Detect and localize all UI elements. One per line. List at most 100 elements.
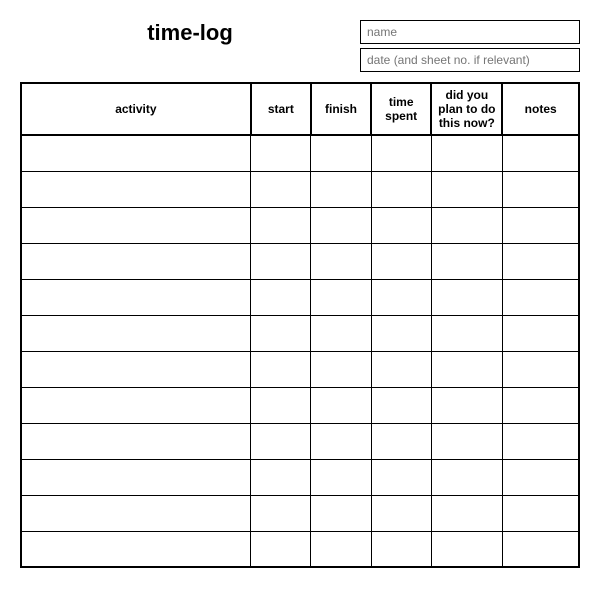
table-cell[interactable]: [502, 351, 579, 387]
header-finish: finish: [311, 83, 371, 135]
table-cell[interactable]: [502, 459, 579, 495]
table-cell[interactable]: [251, 171, 311, 207]
header-notes: notes: [502, 83, 579, 135]
table-cell[interactable]: [21, 459, 251, 495]
table-row: [21, 243, 579, 279]
table-cell[interactable]: [431, 459, 502, 495]
table-cell[interactable]: [21, 171, 251, 207]
table-cell[interactable]: [21, 243, 251, 279]
table-header-row: activity start finish time spent did you…: [21, 83, 579, 135]
table-cell[interactable]: [371, 459, 431, 495]
table-cell[interactable]: [502, 279, 579, 315]
header-time-spent: time spent: [371, 83, 431, 135]
table-cell[interactable]: [502, 423, 579, 459]
table-cell[interactable]: [311, 207, 371, 243]
table-cell[interactable]: [251, 207, 311, 243]
table-cell[interactable]: [21, 531, 251, 567]
table-cell[interactable]: [371, 279, 431, 315]
table-cell[interactable]: [502, 387, 579, 423]
date-input[interactable]: [360, 48, 580, 72]
table-cell[interactable]: [431, 495, 502, 531]
table-cell[interactable]: [502, 171, 579, 207]
table-row: [21, 351, 579, 387]
table-cell[interactable]: [371, 423, 431, 459]
table-cell[interactable]: [431, 243, 502, 279]
table-cell[interactable]: [311, 171, 371, 207]
table-cell[interactable]: [371, 495, 431, 531]
table-cell[interactable]: [251, 459, 311, 495]
table-cell[interactable]: [21, 207, 251, 243]
table-cell[interactable]: [251, 351, 311, 387]
table-cell[interactable]: [21, 279, 251, 315]
table-row: [21, 207, 579, 243]
table-cell[interactable]: [311, 387, 371, 423]
page-title: time-log: [147, 20, 233, 46]
table-cell[interactable]: [431, 315, 502, 351]
table-cell[interactable]: [371, 171, 431, 207]
table-cell[interactable]: [502, 531, 579, 567]
table-cell[interactable]: [431, 531, 502, 567]
table-row: [21, 531, 579, 567]
table-cell[interactable]: [431, 423, 502, 459]
table-cell[interactable]: [251, 531, 311, 567]
table-cell[interactable]: [311, 351, 371, 387]
table-cell[interactable]: [431, 351, 502, 387]
table-cell[interactable]: [311, 531, 371, 567]
table-cell[interactable]: [311, 243, 371, 279]
table-cell[interactable]: [311, 423, 371, 459]
table-cell[interactable]: [431, 135, 502, 171]
table-row: [21, 423, 579, 459]
table-cell[interactable]: [502, 135, 579, 171]
header-start: start: [251, 83, 311, 135]
table-cell[interactable]: [311, 279, 371, 315]
form-fields: [360, 20, 580, 72]
table-cell[interactable]: [251, 387, 311, 423]
table-cell[interactable]: [251, 135, 311, 171]
table-cell[interactable]: [502, 315, 579, 351]
table-cell[interactable]: [431, 207, 502, 243]
table-row: [21, 279, 579, 315]
table-cell[interactable]: [21, 387, 251, 423]
table-cell[interactable]: [502, 243, 579, 279]
table-row: [21, 495, 579, 531]
header-activity: activity: [21, 83, 251, 135]
table-cell[interactable]: [431, 387, 502, 423]
table-row: [21, 171, 579, 207]
page: time-log activity start finish time spen…: [20, 20, 580, 568]
table-cell[interactable]: [311, 135, 371, 171]
table-row: [21, 459, 579, 495]
table-cell[interactable]: [371, 351, 431, 387]
table-body: [21, 135, 579, 567]
name-input[interactable]: [360, 20, 580, 44]
table-cell[interactable]: [502, 207, 579, 243]
title-area: time-log: [20, 20, 360, 46]
table-row: [21, 135, 579, 171]
header-plan: did you plan to do this now?: [431, 83, 502, 135]
table-row: [21, 387, 579, 423]
table-cell[interactable]: [251, 315, 311, 351]
table-cell[interactable]: [371, 315, 431, 351]
table-row: [21, 315, 579, 351]
table-cell[interactable]: [311, 495, 371, 531]
table-cell[interactable]: [311, 315, 371, 351]
table-cell[interactable]: [251, 423, 311, 459]
table-cell[interactable]: [21, 315, 251, 351]
table-cell[interactable]: [371, 243, 431, 279]
table-cell[interactable]: [371, 531, 431, 567]
table-cell[interactable]: [21, 135, 251, 171]
table-cell[interactable]: [21, 351, 251, 387]
log-table: activity start finish time spent did you…: [20, 82, 580, 568]
table-cell[interactable]: [251, 495, 311, 531]
table-cell[interactable]: [21, 495, 251, 531]
table-cell[interactable]: [251, 243, 311, 279]
table-cell[interactable]: [311, 459, 371, 495]
table-cell[interactable]: [502, 495, 579, 531]
header: time-log: [20, 20, 580, 72]
table-cell[interactable]: [21, 423, 251, 459]
table-cell[interactable]: [431, 171, 502, 207]
table-cell[interactable]: [371, 207, 431, 243]
table-cell[interactable]: [371, 135, 431, 171]
table-cell[interactable]: [371, 387, 431, 423]
table-cell[interactable]: [251, 279, 311, 315]
table-cell[interactable]: [431, 279, 502, 315]
